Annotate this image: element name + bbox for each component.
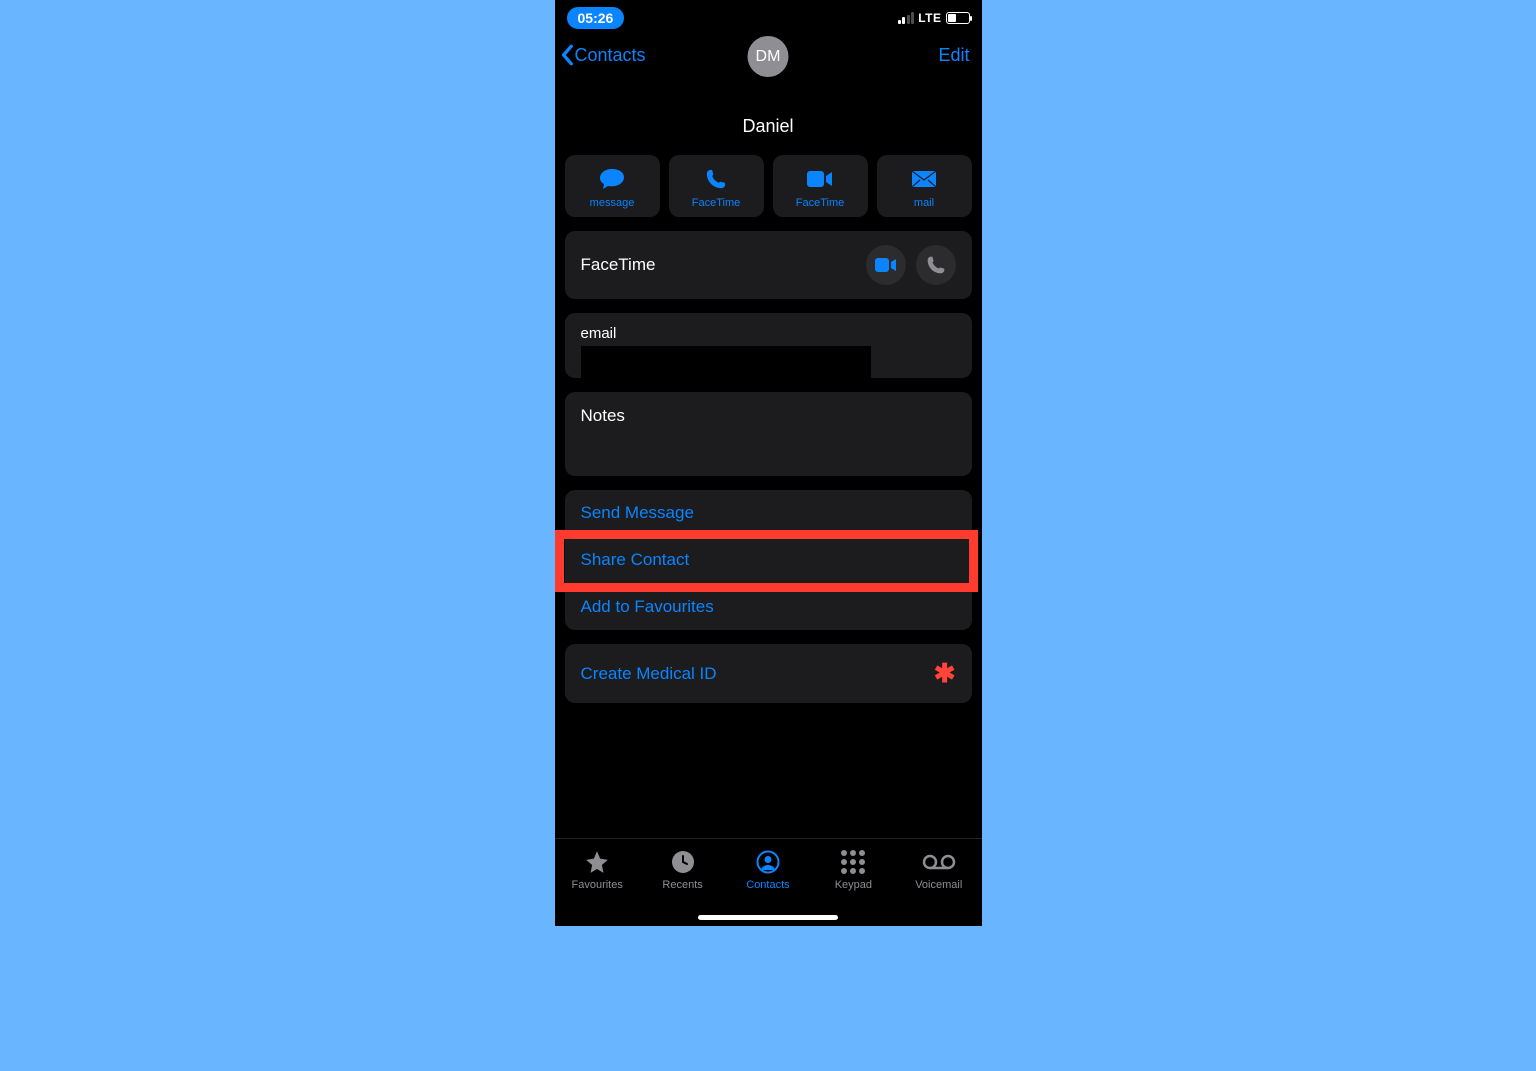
- voicemail-icon: [922, 849, 956, 875]
- tab-favourites[interactable]: Favourites: [557, 849, 637, 891]
- edit-button[interactable]: Edit: [938, 45, 969, 66]
- create-medical-id-row[interactable]: Create Medical ID ✱: [565, 644, 972, 703]
- clock-icon: [671, 849, 695, 875]
- mail-icon: [912, 167, 936, 191]
- notes-label: Notes: [581, 406, 956, 426]
- battery-icon: [946, 12, 970, 24]
- keypad-icon: [841, 849, 865, 875]
- send-message-row[interactable]: Send Message: [565, 490, 972, 536]
- quick-actions: message FaceTime FaceTime mail: [555, 137, 982, 217]
- chevron-left-icon: [561, 44, 575, 66]
- mail-button[interactable]: mail: [877, 155, 972, 217]
- back-label: Contacts: [575, 45, 646, 66]
- facetime-audio-button[interactable]: FaceTime: [773, 155, 868, 217]
- tab-recents-label: Recents: [662, 879, 702, 891]
- email-value-redacted: [581, 346, 871, 378]
- avatar[interactable]: DM: [748, 36, 789, 77]
- medical-asterisk-icon: ✱: [934, 658, 956, 689]
- tab-recents[interactable]: Recents: [643, 849, 723, 891]
- cellular-signal-icon: [898, 12, 915, 24]
- facetime-label: FaceTime: [581, 255, 656, 275]
- phone-frame: 05:26 LTE Contacts DM Edit Daniel messag…: [555, 0, 982, 926]
- tab-voicemail[interactable]: Voicemail: [899, 849, 979, 891]
- contact-name: Daniel: [555, 116, 982, 137]
- tab-keypad-label: Keypad: [835, 879, 872, 891]
- avatar-container: DM: [748, 36, 789, 77]
- notes-section[interactable]: Notes: [565, 392, 972, 476]
- status-bar: 05:26 LTE: [555, 0, 982, 36]
- email-section[interactable]: email: [565, 313, 972, 378]
- video-icon: [807, 167, 833, 191]
- nav-bar: Contacts DM Edit: [555, 36, 982, 66]
- phone-icon: [926, 255, 946, 275]
- network-label: LTE: [918, 11, 941, 25]
- message-label: message: [590, 197, 635, 209]
- home-indicator[interactable]: [698, 915, 838, 920]
- message-button[interactable]: message: [565, 155, 660, 217]
- share-contact-row[interactable]: Share Contact: [565, 536, 972, 583]
- tab-contacts[interactable]: Contacts: [728, 849, 808, 891]
- tab-contacts-label: Contacts: [746, 879, 789, 891]
- phone-icon: [705, 167, 727, 191]
- facetime-audio-call-button[interactable]: [916, 245, 956, 285]
- tab-favourites-label: Favourites: [572, 879, 623, 891]
- status-time-pill[interactable]: 05:26: [567, 7, 625, 29]
- tab-keypad[interactable]: Keypad: [813, 849, 893, 891]
- actions-list: Send Message Share Contact Add to Favour…: [565, 490, 972, 630]
- back-button[interactable]: Contacts: [561, 44, 646, 66]
- facetime-video-label: FaceTime: [692, 197, 741, 209]
- video-icon: [875, 258, 897, 272]
- tab-bar: Favourites Recents Contacts Keypad Voice…: [555, 838, 982, 926]
- medical-id-label: Create Medical ID: [581, 664, 717, 684]
- facetime-video-button[interactable]: FaceTime: [669, 155, 764, 217]
- star-icon: [584, 849, 610, 875]
- contact-icon: [756, 849, 780, 875]
- message-icon: [599, 167, 625, 191]
- facetime-section: FaceTime: [565, 231, 972, 299]
- tab-voicemail-label: Voicemail: [915, 879, 962, 891]
- status-right: LTE: [898, 11, 970, 25]
- mail-label: mail: [914, 197, 934, 209]
- email-label: email: [581, 325, 956, 342]
- add-favourites-row[interactable]: Add to Favourites: [565, 583, 972, 630]
- facetime-video-call-button[interactable]: [866, 245, 906, 285]
- facetime-audio-label: FaceTime: [796, 197, 845, 209]
